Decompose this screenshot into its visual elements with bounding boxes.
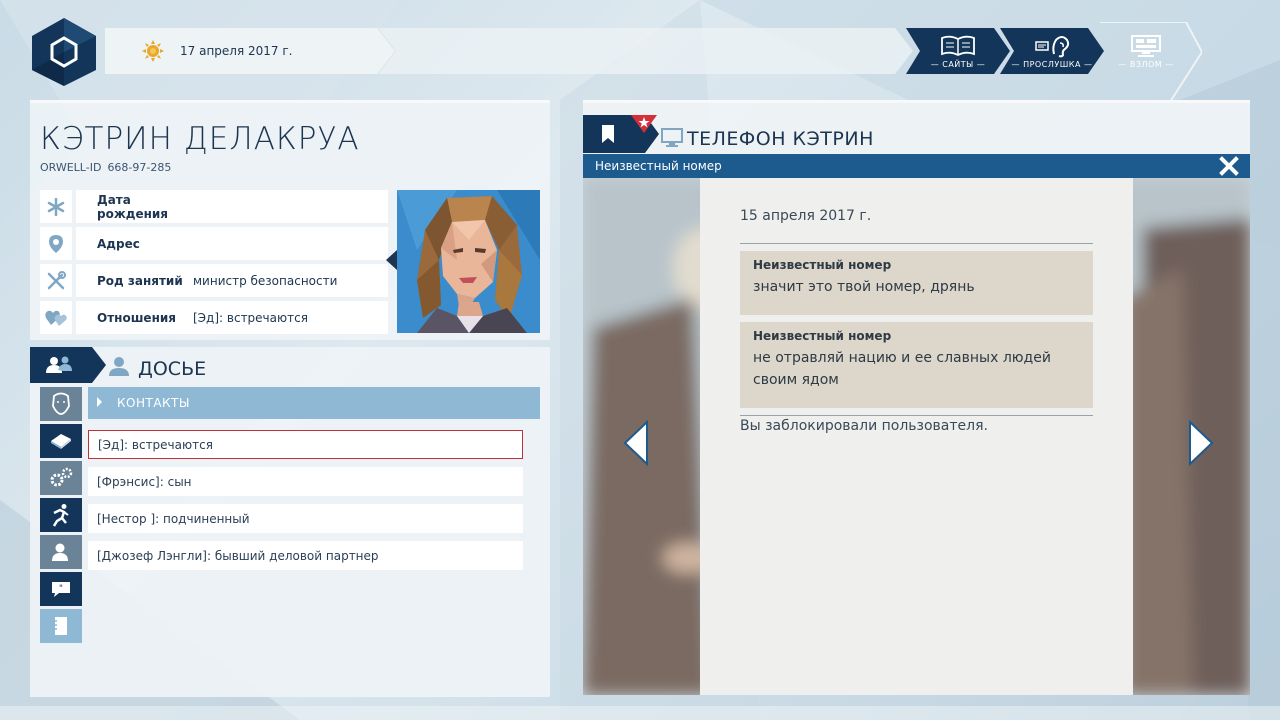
gears-icon (50, 467, 73, 487)
tab-face[interactable] (40, 387, 82, 421)
dossier-panel: ДОСЬЕ " КОНТАКТЫ [Эд]: встречаются [Фрэн… (30, 347, 550, 697)
person-icon (109, 357, 129, 376)
divider (740, 415, 1093, 416)
sites-label: — САЙТЫ — (930, 59, 986, 69)
info-label: Род занятий (97, 274, 183, 288)
thread-date: 15 апреля 2017 г. (740, 208, 872, 224)
info-label: Адрес (97, 237, 140, 251)
tab-contacts[interactable] (40, 535, 82, 569)
info-value: министр безопасности (193, 274, 338, 288)
orwell-id: ORWELL-ID 668-97-285 (40, 161, 171, 174)
divider (740, 243, 1093, 244)
portrait-image (397, 190, 540, 333)
dossier-tab[interactable] (30, 347, 106, 383)
current-date: 17 апреля 2017 г. (180, 44, 293, 58)
person-name: КЭТРИН ДЕЛАКРУА (40, 121, 360, 157)
phone-panel-header: ТЕЛЕФОН КЭТРИН (583, 100, 1250, 155)
hack-label: — ВЗЛОМ — (1118, 59, 1174, 69)
date-bar-extension (378, 28, 913, 74)
next-arrow-icon[interactable] (1188, 420, 1214, 466)
message-viewer: 15 апреля 2017 г. Неизвестный номер знач… (583, 178, 1250, 695)
thread-header: Неизвестный номер (583, 154, 1250, 178)
people-icon (46, 356, 72, 373)
book-icon (51, 434, 71, 449)
profile-photo[interactable] (397, 190, 540, 333)
star-badge-icon (631, 115, 657, 133)
sites-button[interactable]: — САЙТЫ — (906, 28, 1010, 74)
phone-panel: ТЕЛЕФОН КЭТРИН Неизвестный номер 15 апре… (583, 100, 1250, 698)
tools-icon (40, 264, 72, 297)
contact-item[interactable]: [Фрэнсис]: сын (88, 467, 523, 496)
info-row-relationships[interactable]: Отношения [Эд]: встречаются (40, 301, 388, 334)
hack-button[interactable]: — ВЗЛОМ — (1100, 28, 1192, 74)
orwell-id-value: 668-97-285 (107, 161, 172, 174)
contact-item[interactable]: [Эд]: встречаются (88, 430, 523, 459)
phone-title: ТЕЛЕФОН КЭТРИН (687, 128, 874, 150)
tab-books[interactable] (40, 424, 82, 458)
eavesdrop-button[interactable]: — ПРОСЛУШКА — (1000, 28, 1104, 74)
info-row-birthdate[interactable]: Дата рождения (40, 190, 388, 223)
dossier-title: ДОСЬЕ (138, 358, 207, 380)
tab-activity[interactable] (40, 498, 82, 532)
caret-right-icon (97, 397, 102, 407)
sun-icon (142, 40, 164, 62)
blocked-status: Вы заблокировали пользователя. (740, 418, 988, 434)
message-text: значит это твой номер, дрянь (753, 279, 975, 295)
eavesdrop-label: — ПРОСЛУШКА — (1011, 59, 1093, 69)
orwell-id-label: ORWELL-ID (40, 161, 102, 174)
tab-messages[interactable]: " (40, 572, 82, 606)
tab-notes[interactable] (40, 609, 82, 643)
message-bubble: Неизвестный номер не отравляй нацию и ее… (740, 322, 1093, 408)
close-icon[interactable] (1218, 155, 1240, 177)
face-icon (52, 392, 70, 415)
monitor-icon (661, 128, 683, 147)
orwell-logo[interactable] (28, 16, 100, 88)
bookmark-icon (602, 125, 614, 143)
photo-pointer (386, 250, 397, 270)
message-bubble: Неизвестный номер значит это твой номер,… (740, 251, 1093, 315)
contacts-section-title: КОНТАКТЫ (117, 396, 190, 410)
message-sender: Неизвестный номер (753, 329, 892, 343)
dossier-side-tabs: " (40, 387, 82, 646)
info-row-occupation[interactable]: Род занятий министр безопасности (40, 264, 388, 297)
computer-icon (1131, 34, 1161, 57)
bottom-edge (0, 706, 1280, 720)
profile-panel: КЭТРИН ДЕЛАКРУА ORWELL-ID 668-97-285 Дата… (30, 100, 550, 698)
contact-person-icon (52, 543, 68, 561)
ear-icon (1035, 35, 1070, 57)
message-sender: Неизвестный номер (753, 258, 892, 272)
book-icon (941, 35, 975, 56)
message-text: не отравляй нацию и ее славных людей сво… (753, 350, 1051, 388)
notebook-icon (54, 617, 67, 635)
asterisk-icon (40, 190, 72, 223)
running-person-icon (52, 504, 69, 527)
contact-item[interactable]: [Нестор ]: подчиненный (88, 504, 523, 533)
info-label: Отношения (97, 311, 176, 325)
message-thread: 15 апреля 2017 г. Неизвестный номер знач… (700, 178, 1133, 695)
thread-name: Неизвестный номер (595, 159, 722, 173)
profile-card: КЭТРИН ДЕЛАКРУА ORWELL-ID 668-97-285 Дата… (30, 100, 550, 340)
hearts-icon (40, 301, 72, 334)
previous-arrow-icon[interactable] (623, 420, 649, 466)
speech-bubble-icon: " (52, 582, 70, 597)
info-row-address[interactable]: Адрес (40, 227, 388, 260)
location-pin-icon (40, 227, 72, 260)
svg-text:": " (59, 584, 63, 594)
contact-item[interactable]: [Джозеф Лэнгли]: бывший деловой партнер (88, 541, 523, 570)
contacts-section-header[interactable]: КОНТАКТЫ (88, 387, 540, 419)
info-label: Дата рождения (97, 193, 169, 221)
tab-gears[interactable] (40, 461, 82, 495)
info-value: [Эд]: встречаются (193, 311, 308, 325)
